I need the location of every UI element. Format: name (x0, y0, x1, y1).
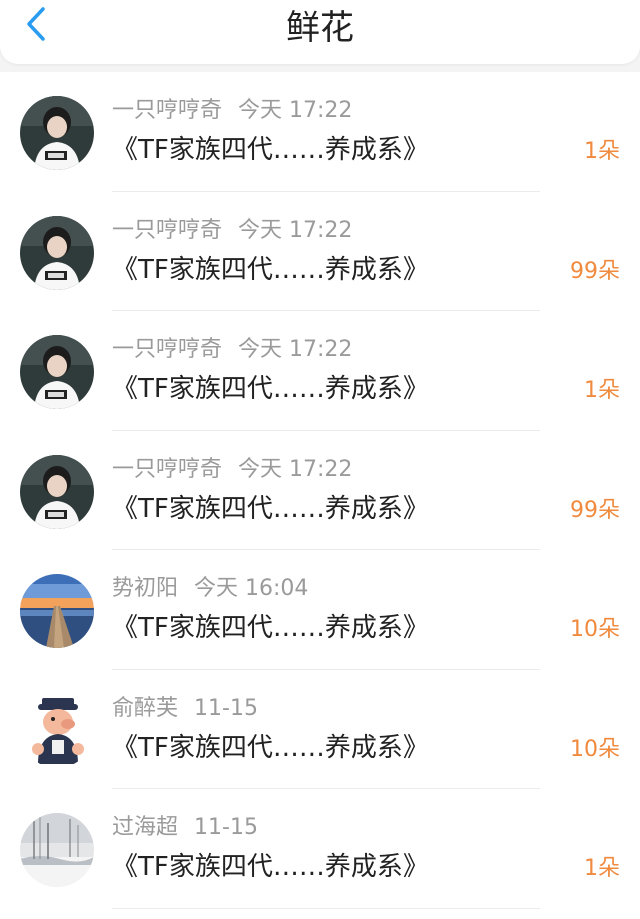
boy-avatar[interactable] (20, 454, 94, 529)
timestamp: 11-15 (194, 695, 258, 721)
list-item[interactable]: 一只哼哼奇 今天 17:22 《TF家族四代……养成系》 99朵 (0, 192, 640, 311)
sender-name: 势初阳 (112, 576, 179, 601)
timestamp: 今天 17:22 (238, 217, 353, 243)
winter-trees-avatar[interactable] (20, 813, 94, 887)
sender-name: 一只哼哼奇 (112, 337, 223, 362)
boy-avatar[interactable] (20, 335, 94, 409)
item-message: 《TF家族四代……养成系》 (112, 732, 429, 763)
item-message: 《TF家族四代……养成系》 (112, 493, 429, 524)
flower-gift-list: 一只哼哼奇 今天 17:22 《TF家族四代……养成系》 1朵 一只哼哼奇 今天 1… (0, 72, 640, 919)
item-meta: 一只哼哼奇 今天 17:22 (112, 96, 352, 126)
sender-name: 俞醉芙 (112, 695, 179, 721)
list-item[interactable]: 势初阳 今天 16:04 《TF家族四代……养成系》 10朵 (0, 550, 640, 670)
item-message: 《TF家族四代……养成系》 (112, 254, 429, 285)
boy-avatar[interactable] (20, 96, 94, 170)
flower-count: 1朵 (584, 378, 620, 403)
list-item[interactable]: 一只哼哼奇 今天 17:22 《TF家族四代……养成系》 1朵 (0, 311, 640, 431)
flower-count: 10朵 (570, 617, 620, 642)
item-meta: 一只哼哼奇 今天 17:22 (112, 455, 352, 485)
item-message: 《TF家族四代……养成系》 (112, 374, 429, 404)
flower-count: 99朵 (570, 258, 620, 284)
pig-cartoon-avatar[interactable] (20, 693, 94, 768)
flower-count: 99朵 (570, 497, 620, 523)
divider (112, 907, 540, 909)
sender-name: 过海超 (112, 815, 179, 840)
item-meta: 俞醉芙 11-15 (112, 694, 258, 724)
list-item[interactable]: 俞醉芙 11-15 《TF家族四代……养成系》 10朵 (0, 670, 640, 789)
timestamp: 今天 17:22 (238, 98, 353, 123)
boy-avatar[interactable] (20, 215, 94, 290)
timestamp: 11-15 (194, 815, 258, 840)
list-item[interactable]: 一只哼哼奇 今天 17:22 《TF家族四代……养成系》 1朵 (0, 72, 640, 192)
item-meta: 一只哼哼奇 今天 17:22 (112, 335, 352, 365)
sender-name: 一只哼哼奇 (112, 217, 223, 243)
list-item[interactable]: 过海超 11-15 《TF家族四代……养成系》 1朵 (0, 789, 640, 909)
timestamp: 今天 17:22 (238, 337, 353, 362)
flower-count: 10朵 (570, 736, 620, 762)
item-meta: 一只哼哼奇 今天 17:22 (112, 216, 352, 246)
item-message: 《TF家族四代……养成系》 (112, 135, 429, 165)
list-item[interactable]: 一只哼哼奇 今天 17:22 《TF家族四代……养成系》 99朵 (0, 431, 640, 550)
pier-lake-avatar[interactable] (20, 574, 94, 648)
item-message: 《TF家族四代……养成系》 (112, 852, 429, 882)
timestamp: 今天 17:22 (238, 456, 353, 482)
timestamp: 今天 16:04 (194, 576, 309, 601)
item-meta: 势初阳 今天 16:04 (112, 574, 308, 604)
sender-name: 一只哼哼奇 (112, 456, 223, 482)
top-bar: 鲜花 (0, 0, 640, 64)
item-message: 《TF家族四代……养成系》 (112, 613, 429, 643)
page-title: 鲜花 (286, 8, 354, 48)
flower-count: 1朵 (584, 856, 620, 881)
item-meta: 过海超 11-15 (112, 813, 258, 843)
sender-name: 一只哼哼奇 (112, 98, 223, 123)
flower-count: 1朵 (584, 139, 620, 164)
